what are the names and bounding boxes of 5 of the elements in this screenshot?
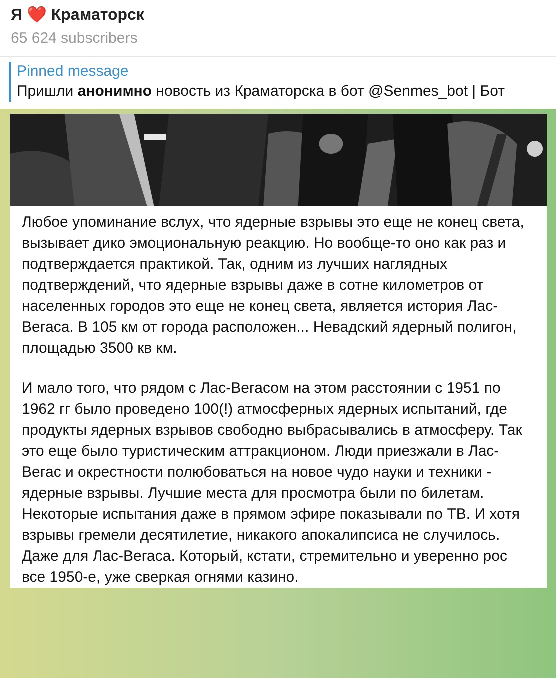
subscriber-count: 65 624 subscribers [11,29,139,49]
channel-title: Я ❤ Краматорск [11,6,146,26]
message-paragraph: И мало того, что рядом с Лас-Вегасом на этом расстоянии с 1951 по 1962 гг было проведено 100(!) атмосферных ядерных испытаний, где продукты ядерных взрывов свободно выбрасывались в атмосферу. Так это еще было туристическим аттракционом. Люди приезжали в Лас-Вегас и окрестности полюбоваться на новое чудо науки и техники - ядерные взрывы. Лучшие места для просмотра были по билетам. Некоторые испытания даже в прямом эфире показывали по ТВ. И хотя взрывы гремели десятилетие, никакого апокалипсиса не случилось. Даже для Лас-Вегаса. Который, кстати, стремительно и уверенно рос все 1950-е, уже сверкая огнями казино. [22,379,524,588]
pinned-text[interactable]: Пришли анонимно новость из Краматорска в бот @Senmes_bot | Бот [17,82,505,102]
message-paragraph: Любое упоминание вслух, что ядерные взрывы это еще не конец света, вызывает дико эмоциональную реакцию. Но вообще-то оно как раз и подтверждается практикой. Так, одним из лучших наглядных подтверждений, что ядерные взрывы даже в сотне километров от населенных городов это еще не конец света, является история Лас-Вегаса. В 105 км от города расположен... Невадский ядерный полигон, площадью 3500 кв км. [22,213,526,359]
